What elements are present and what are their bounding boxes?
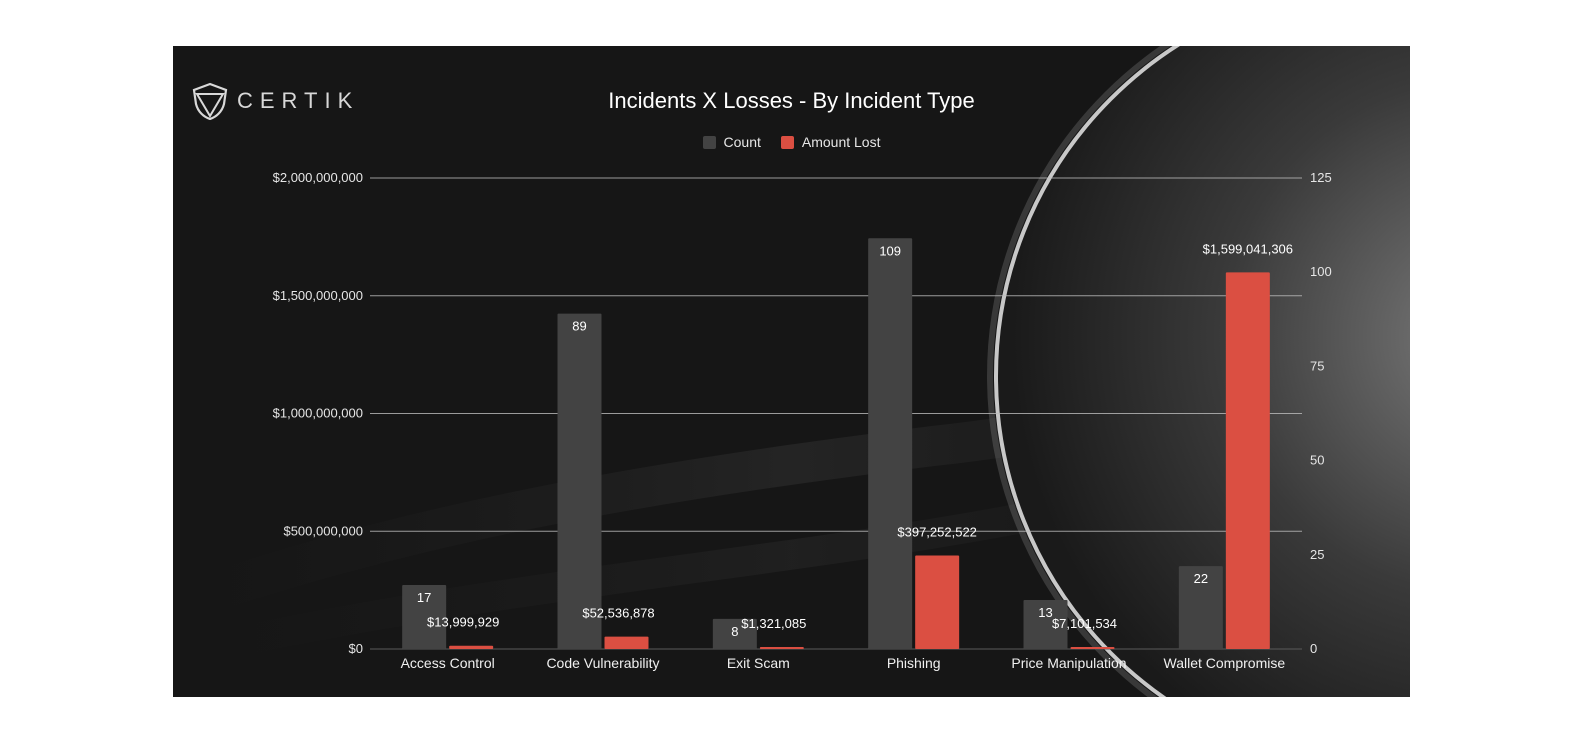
right-tick-label: 25 [1310,547,1324,562]
data-label-count: 13 [1038,605,1052,620]
legend-label-count: Count [723,134,761,150]
legend-item-count[interactable]: Count [702,134,761,150]
category-label: Code Vulnerability [546,655,659,671]
right-tick-label: 50 [1310,453,1324,468]
legend-swatch-count [702,135,716,149]
right-tick-label: 0 [1310,641,1317,656]
right-tick-label: 125 [1310,170,1332,185]
legend-item-amount-lost[interactable]: Amount Lost [780,134,881,150]
left-tick-label: $2,000,000,000 [273,170,363,185]
right-tick-label: 100 [1310,264,1332,279]
left-tick-label: $1,000,000,000 [273,406,363,421]
data-label-amount-lost: $1,321,085 [741,616,806,631]
data-label-count: 89 [572,319,586,334]
data-label-amount-lost: $1,599,041,306 [1203,241,1293,256]
chart-title: Incidents X Losses - By Incident Type [608,88,975,113]
bar-amount-lost [1225,272,1270,649]
category-label: Phishing [887,655,941,671]
data-label-amount-lost: $52,536,878 [582,606,654,621]
data-label-amount-lost: $397,252,522 [897,524,977,539]
bars: 17 $13,999,929 89 $52,536,878 8$1,321,085 109… [402,238,1293,649]
right-axis: 0 25 50 75 100 125 [1310,170,1332,656]
bar-amount-lost [604,636,649,649]
data-label-count: 8 [731,624,738,639]
bar-amount-lost [915,555,960,649]
data-label-count: 109 [879,243,901,258]
data-label-amount-lost: $13,999,929 [427,615,499,630]
bar-amount-lost [449,645,494,649]
category-label: Exit Scam [727,655,790,671]
bar-count [557,313,602,649]
data-label-amount-lost: $7,101,534 [1052,616,1117,631]
left-tick-label: $1,500,000,000 [273,288,363,303]
data-label-count: 22 [1194,571,1208,586]
bar-count [868,238,913,649]
category-label: Wallet Compromise [1164,655,1286,671]
data-label-count: 17 [417,590,431,605]
category-label: Price Manipulation [1011,655,1126,671]
left-tick-label: $0 [349,641,363,656]
category-label: Access Control [401,655,495,671]
category-axis: Access Control Code Vulnerability Exit Sca… [401,655,1286,671]
bar-amount-lost [759,647,804,649]
right-tick-label: 75 [1310,358,1324,373]
legend-label-amount-lost: Amount Lost [801,134,881,150]
bar-amount-lost [1070,647,1115,649]
left-tick-label: $500,000,000 [283,523,363,538]
chart-panel: $0 $500,000,000 $1,000,000,000 $1,500,000,0… [173,46,1410,697]
legend-swatch-amount-lost [780,135,794,149]
gridlines [370,177,1302,650]
left-axis: $0 $500,000,000 $1,000,000,000 $1,500,000,0… [273,170,363,656]
legend: Count Amount Lost [173,134,1410,150]
